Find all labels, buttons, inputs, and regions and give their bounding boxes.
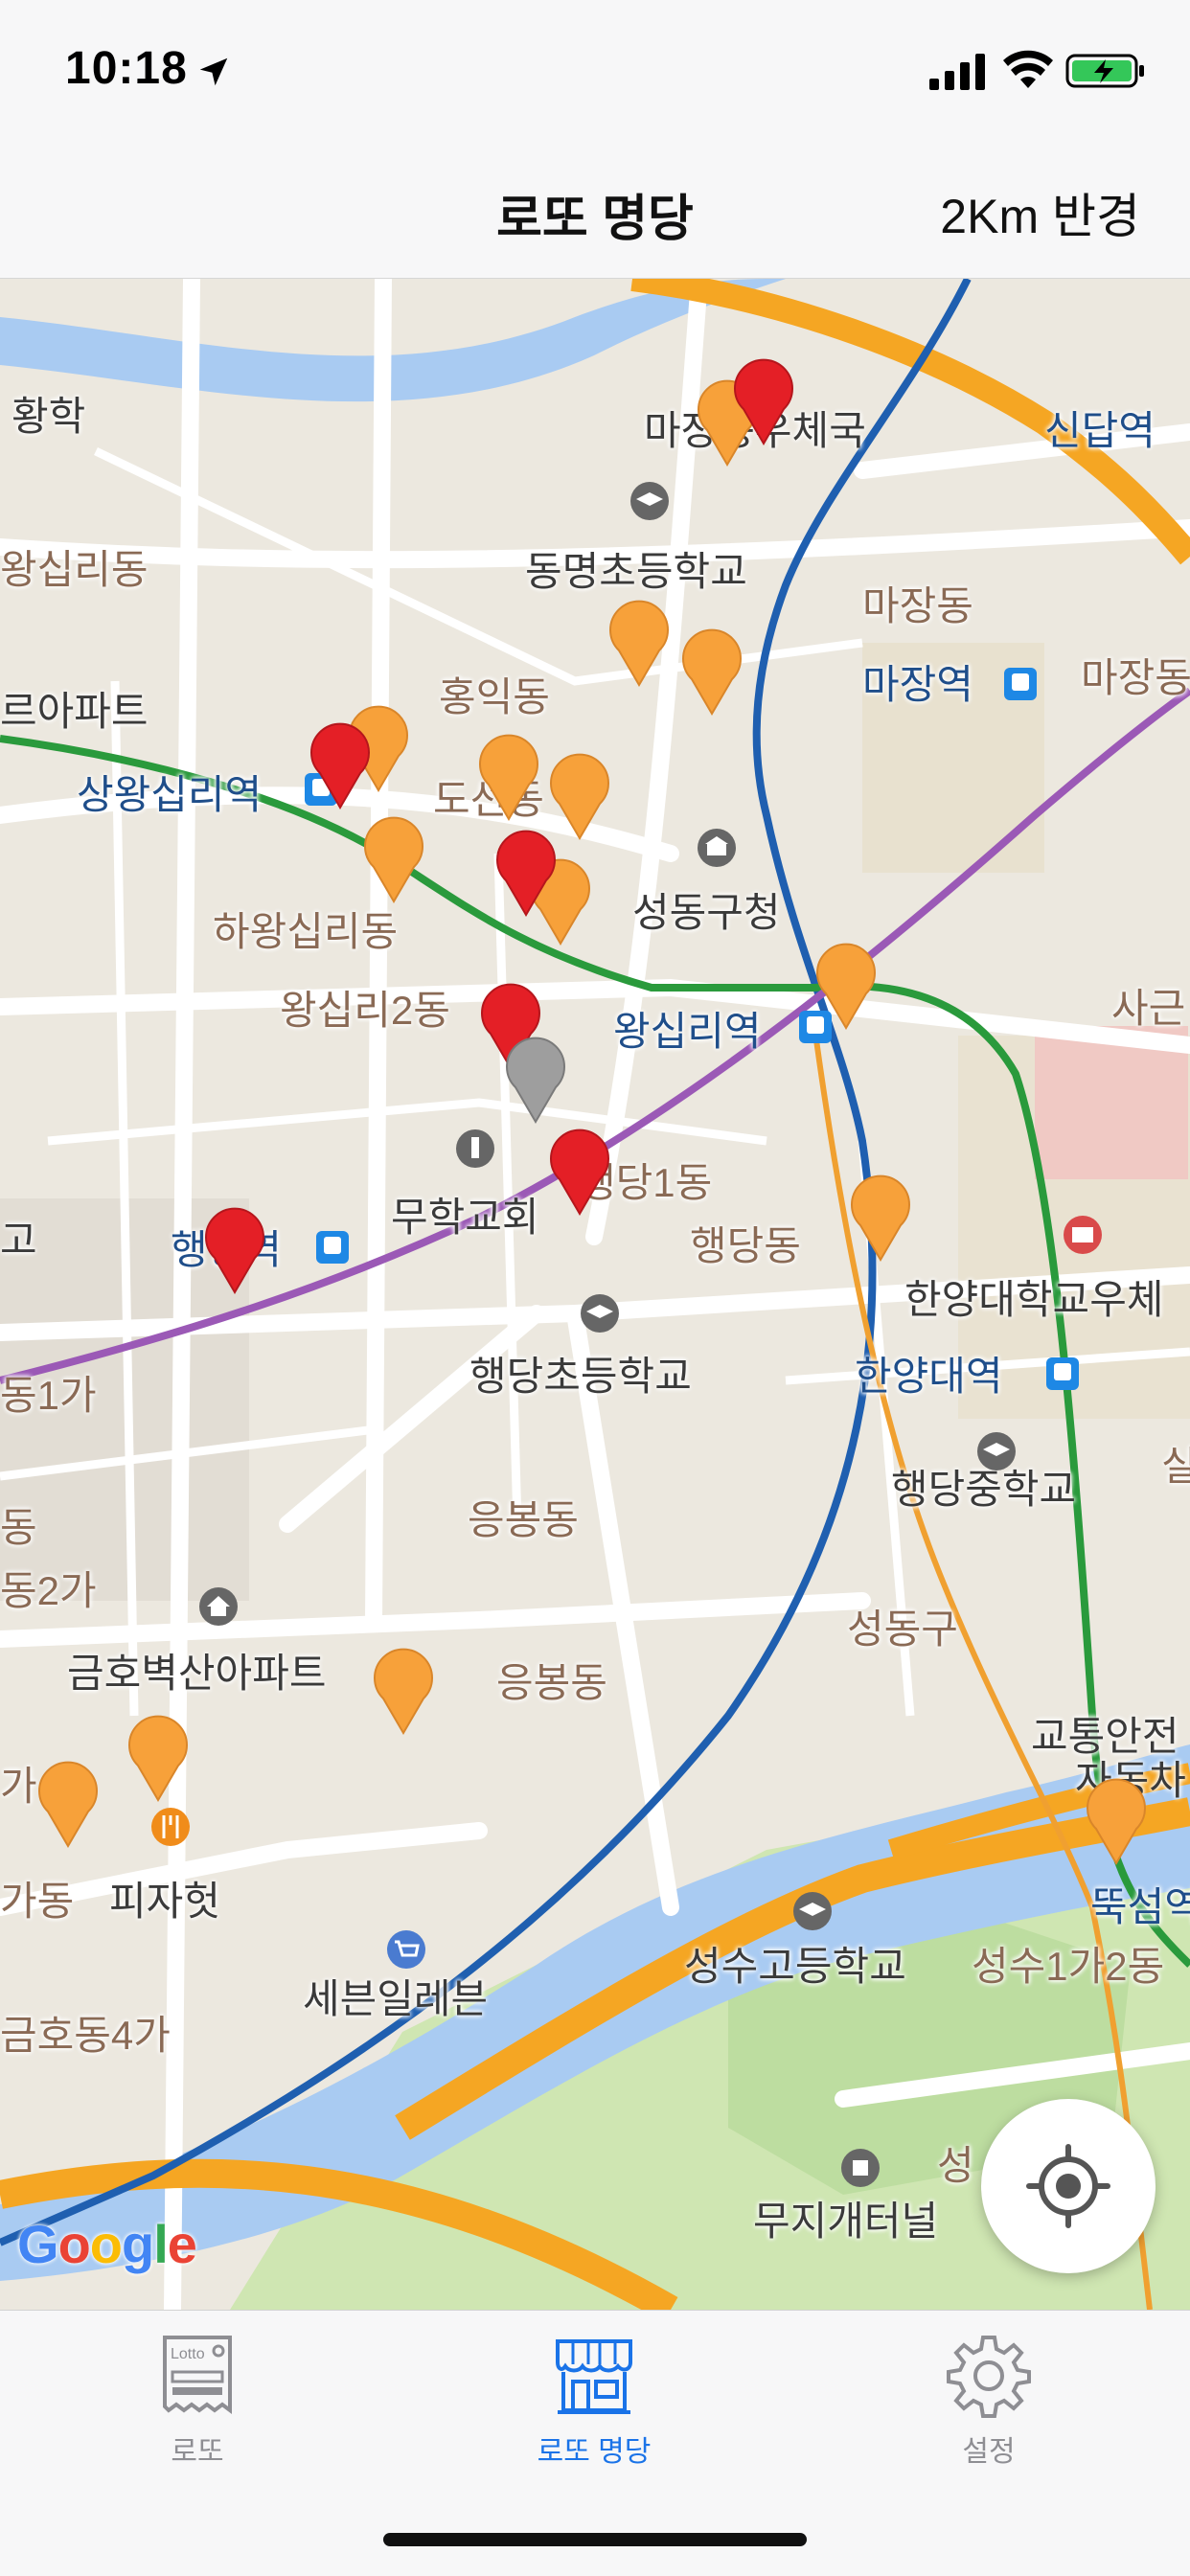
map-label: 응봉동 (468, 1497, 579, 1542)
battery-charging-icon (1065, 54, 1144, 88)
map-label: 르아파트 (0, 689, 149, 734)
school-poi-icon (793, 1892, 832, 1930)
map-label: 가동 (0, 1879, 75, 1924)
gear-icon (947, 2336, 1031, 2418)
lotto-ticket-icon: Lotto (163, 2336, 232, 2414)
lotto-store-pin-orange[interactable] (368, 1643, 439, 1735)
map-label: 행당초등학교 (469, 1354, 692, 1399)
tunnel-poi-icon (841, 2149, 880, 2187)
lotto-store-pin-red[interactable] (305, 718, 376, 809)
subway-station-icon (316, 1231, 349, 1264)
map-label: 왕십리역 (613, 1009, 762, 1054)
lotto-store-pin-orange[interactable] (676, 624, 747, 716)
lotto-store-pin-red[interactable] (491, 825, 561, 917)
school-poi-icon (977, 1432, 1016, 1470)
convenience-store-poi-icon (387, 1930, 425, 1969)
map-view[interactable]: 황학 마장동우체국 신답역 왕십리동 동명초등학교 마장동 르아파트 홍익동 마… (0, 279, 1190, 2310)
lotto-store-pin-orange[interactable] (604, 595, 675, 687)
tab-settings[interactable]: 설정 (845, 2328, 1133, 2470)
map-label: 황학 (11, 394, 86, 439)
map-label: 성동구청 (632, 890, 781, 935)
map-label: 성동구 (847, 1607, 958, 1652)
map-label: 동2가 (0, 1568, 97, 1613)
map-label: 왕십리2동 (280, 988, 450, 1033)
radius-button[interactable]: 2Km 반경 (940, 178, 1140, 247)
lotto-store-pin-orange[interactable] (1081, 1773, 1152, 1865)
crosshair-icon (1026, 2144, 1110, 2228)
map-label: 무학교회 (391, 1195, 539, 1240)
map-label: 사근 (1111, 986, 1186, 1031)
school-poi-icon (581, 1294, 619, 1333)
map-label: 신답역 (1044, 408, 1156, 453)
tab-settings-label: 설정 (962, 2436, 1016, 2468)
subway-station-icon (1004, 668, 1037, 700)
svg-text:Lotto: Lotto (171, 2346, 205, 2362)
lotto-store-pin-orange[interactable] (123, 1710, 194, 1802)
map-label: 한양대역 (855, 1354, 1003, 1399)
map-label: 성수1가2동 (972, 1944, 1165, 1989)
map-label: 행당동 (690, 1223, 801, 1268)
home-indicator[interactable] (383, 2533, 807, 2546)
status-time: 10:18 (65, 43, 188, 94)
home-poi-icon (199, 1587, 238, 1626)
tab-lotto-stores[interactable]: 로또 명당 (450, 2328, 738, 2470)
map-label: 응봉동 (496, 1660, 607, 1705)
map-label: 세븐일레븐 (303, 1976, 489, 2021)
map-label: 성 (937, 2143, 974, 2188)
government-poi-icon (698, 829, 736, 867)
google-logo: Google (17, 2214, 197, 2274)
tab-lotto-stores-label: 로또 명당 (537, 2436, 652, 2468)
subway-station-icon (1046, 1357, 1079, 1390)
map-label: 실 (1161, 1444, 1190, 1489)
lotto-store-pin-orange[interactable] (473, 729, 544, 821)
map-label: 피자헛 (109, 1879, 220, 1924)
map-label: 하왕십리동 (213, 909, 399, 954)
map-label: 홍익동 (439, 674, 550, 719)
map-label: 상왕십리역 (77, 772, 263, 817)
map-label: 금호동4가 (0, 2013, 171, 2058)
map-label: 무지개터널 (753, 2199, 939, 2244)
lotto-store-pin-red[interactable] (728, 353, 799, 445)
location-arrow-icon (199, 57, 228, 86)
tab-lotto-label: 로또 (171, 2436, 224, 2468)
status-bar: 10:18 (0, 0, 1190, 144)
map-label: 동1가 (0, 1373, 97, 1418)
post-office-poi-icon (1064, 1216, 1102, 1254)
lotto-store-pin-gray[interactable] (500, 1032, 571, 1124)
map-label: 성수고등학교 (684, 1944, 906, 1989)
restaurant-poi-icon (151, 1808, 190, 1846)
lotto-store-pin-orange[interactable] (811, 938, 881, 1030)
wifi-icon (1003, 50, 1053, 88)
school-poi-icon (630, 482, 669, 520)
lotto-store-pin-orange[interactable] (358, 811, 429, 903)
map-label: 고 (0, 1218, 37, 1263)
my-location-button[interactable] (981, 2099, 1156, 2273)
map-label: 뚝섬역 (1090, 1884, 1190, 1929)
map-label: 마장역 (862, 662, 973, 707)
cellular-signal-icon (929, 54, 985, 90)
lotto-store-pin-red[interactable] (544, 1124, 615, 1216)
store-icon (556, 2339, 632, 2414)
map-label: 왕십리동 (0, 547, 149, 592)
map-label: 마장동 (862, 583, 973, 628)
lotto-store-pin-red[interactable] (199, 1202, 270, 1294)
church-poi-icon (456, 1129, 494, 1168)
map-label: 마장동 (1081, 655, 1190, 700)
map-label: 동명초등학교 (525, 549, 747, 594)
map-label: 가 (0, 1764, 37, 1809)
lotto-store-pin-orange[interactable] (33, 1756, 103, 1848)
tab-lotto[interactable]: Lotto 로또 (54, 2328, 341, 2470)
map-label: 동 (0, 1505, 37, 1550)
navigation-bar: 로또 명당 2Km 반경 (0, 144, 1190, 279)
map-label: 금호벽산아파트 (67, 1651, 327, 1696)
lotto-store-pin-orange[interactable] (845, 1170, 916, 1262)
map-label: 한양대학교우체 (904, 1277, 1164, 1322)
